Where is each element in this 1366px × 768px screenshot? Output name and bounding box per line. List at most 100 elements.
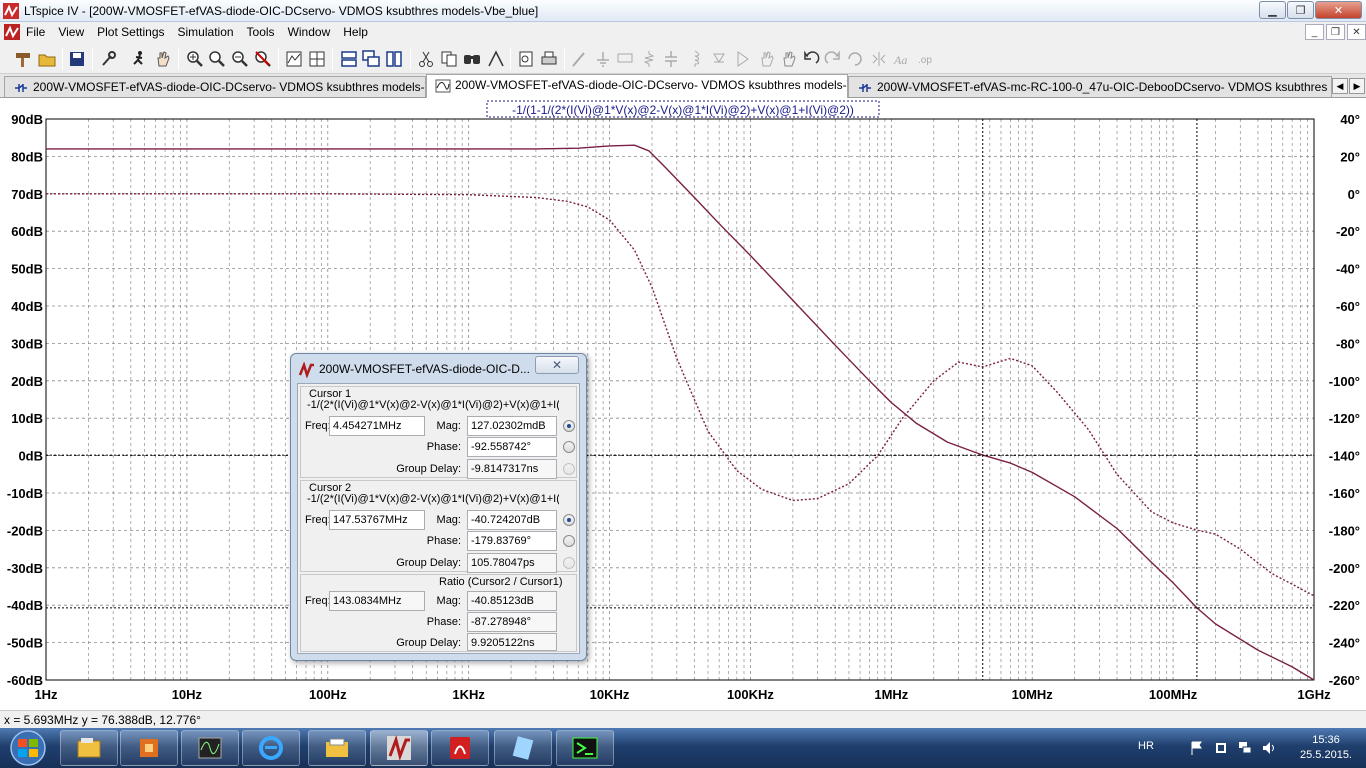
cursor1-phase-radio[interactable] xyxy=(563,441,575,453)
network-icon[interactable] xyxy=(1238,741,1252,755)
tab-schematic-vbe-blue[interactable]: 200W-VMOSFET-efVAS-diode-OIC-DCservo- VD… xyxy=(4,76,426,97)
tile-vertical-icon[interactable] xyxy=(385,50,403,68)
cursor2-phase-radio[interactable] xyxy=(563,535,575,547)
print-preview-icon[interactable] xyxy=(517,50,535,68)
cursor2-group-delay-radio[interactable] xyxy=(563,557,575,569)
cursor2-mag-radio[interactable] xyxy=(563,514,575,526)
schematic-icon xyxy=(15,84,27,92)
left-tick-label: -20dB xyxy=(7,523,43,538)
print-icon[interactable] xyxy=(540,50,558,68)
menu-window[interactable]: Window xyxy=(288,25,331,39)
taskbar-pdf-reader[interactable] xyxy=(431,730,489,766)
cursor1-mag-radio[interactable] xyxy=(563,420,575,432)
taskbar-terminal[interactable] xyxy=(556,730,614,766)
hammer-icon[interactable] xyxy=(14,50,32,68)
find-icon[interactable] xyxy=(463,50,481,68)
language-indicator[interactable]: HR xyxy=(1138,740,1154,752)
cursor1-group-delay-field[interactable]: -9.8147317ns xyxy=(467,459,557,479)
taskbar-ltspice[interactable] xyxy=(370,730,428,766)
terminal-icon xyxy=(572,737,598,759)
taskbar-internet-explorer[interactable] xyxy=(242,730,300,766)
cursor2-group-delay-label: Group Delay: xyxy=(396,557,461,569)
cursor1-phase-field[interactable]: -92.558742° xyxy=(467,437,557,457)
taskbar-oscilloscope[interactable] xyxy=(181,730,239,766)
x-tick-label: 1KHz xyxy=(452,687,485,702)
x-tick-label: 1GHz xyxy=(1297,687,1331,702)
bode-plot-chart[interactable]: 1Hz 10Hz 100Hz 1KHz 10KHz 100KHz 1MHz 10MHz 100M… xyxy=(0,98,1366,710)
menu-view[interactable]: View xyxy=(58,25,84,39)
ratio-freq-field[interactable]: 143.0834MHz xyxy=(329,591,425,611)
dialog-close-button[interactable]: ✕ xyxy=(535,356,579,374)
cascade-icon[interactable] xyxy=(362,50,380,68)
mdi-minimize-button[interactable]: _ xyxy=(1305,24,1324,40)
cursor2-group-delay-field[interactable]: 105.78047ps xyxy=(467,553,557,573)
inductor-icon xyxy=(694,50,700,67)
menu-plot-settings[interactable]: Plot Settings xyxy=(97,25,164,39)
left-tick-label: -60dB xyxy=(7,673,43,688)
clock[interactable]: 15:36 25.5.2015. xyxy=(1296,733,1356,763)
left-tick-label: 30dB xyxy=(11,336,43,351)
waveform-plot[interactable]: 1Hz 10Hz 100Hz 1KHz 10KHz 100KHz 1MHz 10MHz 100M… xyxy=(0,98,1366,710)
tab-scroll-right-button[interactable]: ▶ xyxy=(1349,78,1365,94)
tile-horizontal-icon[interactable] xyxy=(340,50,358,68)
taskbar-installer[interactable] xyxy=(120,730,178,766)
zoom-area-icon[interactable] xyxy=(208,50,226,68)
cursor1-mag-field[interactable]: 127.02302mdB xyxy=(467,416,557,436)
zoom-to-cursor-icon[interactable] xyxy=(487,50,505,68)
autorange-icon[interactable] xyxy=(285,50,303,68)
menu-help[interactable]: Help xyxy=(343,25,368,39)
zoom-cancel-icon[interactable] xyxy=(254,50,272,68)
ratio-phase-field[interactable]: -87.278948° xyxy=(467,612,557,632)
ltspice-app-icon[interactable] xyxy=(3,3,19,19)
taskbar-file-manager[interactable] xyxy=(308,730,366,766)
run-icon[interactable] xyxy=(130,50,148,68)
cursor-info-dialog[interactable]: 200W-VMOSFET-efVAS-diode-OIC-D... ✕ Curs… xyxy=(290,353,587,661)
cursor1-group-delay-radio[interactable] xyxy=(563,463,575,475)
ratio-group-delay-field[interactable]: 9.9205122ns xyxy=(467,633,557,651)
trace-expression-label[interactable]: -1/(1-1/(2*(I(Vi)@1*V(x)@2-V(x)@1*I(Vi)@… xyxy=(512,103,854,117)
cursor-readout: x = 5.693MHz y = 76.388dB, 12.776° xyxy=(4,713,201,727)
windows-start-icon[interactable] xyxy=(3,729,53,767)
copy-icon[interactable] xyxy=(440,50,458,68)
tab-label: 200W-VMOSFET-efVAS-mc-RC-100-0_47u-OIC-D… xyxy=(877,80,1331,94)
right-tick-label: -20° xyxy=(1336,224,1360,239)
cursor2-phase-field[interactable]: -179.83769° xyxy=(467,531,557,551)
cursor1-freq-field[interactable]: 4.454271MHz xyxy=(329,416,425,436)
restore-button[interactable]: ❐ xyxy=(1287,1,1314,19)
right-tick-label: 40° xyxy=(1340,112,1360,127)
close-button[interactable]: ✕ xyxy=(1315,1,1362,19)
volume-icon[interactable] xyxy=(1262,741,1276,755)
control-panel-icon[interactable] xyxy=(100,50,118,68)
menu-simulation[interactable]: Simulation xyxy=(178,25,234,39)
zoom-out-icon[interactable] xyxy=(231,50,249,68)
open-folder-icon[interactable] xyxy=(38,50,56,68)
flag-icon[interactable] xyxy=(1190,741,1204,755)
tab-label: 200W-VMOSFET-efVAS-diode-OIC-DCservo- VD… xyxy=(455,78,847,92)
mdi-close-button[interactable]: ✕ xyxy=(1347,24,1366,40)
left-tick-label: 60dB xyxy=(11,224,43,239)
mdi-restore-button[interactable]: ❐ xyxy=(1326,24,1345,40)
cursor2-mag-field[interactable]: -40.724207dB xyxy=(467,510,557,530)
cut-icon[interactable] xyxy=(417,50,435,68)
menu-file[interactable]: File xyxy=(26,25,45,39)
taskbar-notepad[interactable] xyxy=(494,730,552,766)
fit-icon[interactable] xyxy=(308,50,326,68)
installer-icon xyxy=(140,739,158,757)
save-icon[interactable] xyxy=(68,50,86,68)
undo-icon[interactable] xyxy=(802,50,820,68)
document-icon[interactable] xyxy=(4,24,20,40)
ratio-mag-field[interactable]: -40.85123dB xyxy=(467,591,557,611)
tab-waveform-vbe-blue[interactable]: 200W-VMOSFET-efVAS-diode-OIC-DCservo- VD… xyxy=(426,74,848,98)
waveform-icon xyxy=(435,79,451,93)
tab-schematic-mc-rc[interactable]: 200W-VMOSFET-efVAS-mc-RC-100-0_47u-OIC-D… xyxy=(848,76,1332,97)
ratio-mag-label: Mag: xyxy=(436,595,461,607)
menu-tools[interactable]: Tools xyxy=(247,25,275,39)
left-tick-label: 20dB xyxy=(11,374,43,389)
cursor2-freq-field[interactable]: 147.53767MHz xyxy=(329,510,425,530)
zoom-in-icon[interactable] xyxy=(186,50,204,68)
pan-hand-icon[interactable] xyxy=(154,50,172,68)
taskbar-explorer[interactable] xyxy=(60,730,118,766)
device-icon[interactable] xyxy=(1214,741,1228,755)
minimize-button[interactable]: ▁ xyxy=(1259,1,1286,19)
tab-scroll-left-button[interactable]: ◀ xyxy=(1332,78,1348,94)
